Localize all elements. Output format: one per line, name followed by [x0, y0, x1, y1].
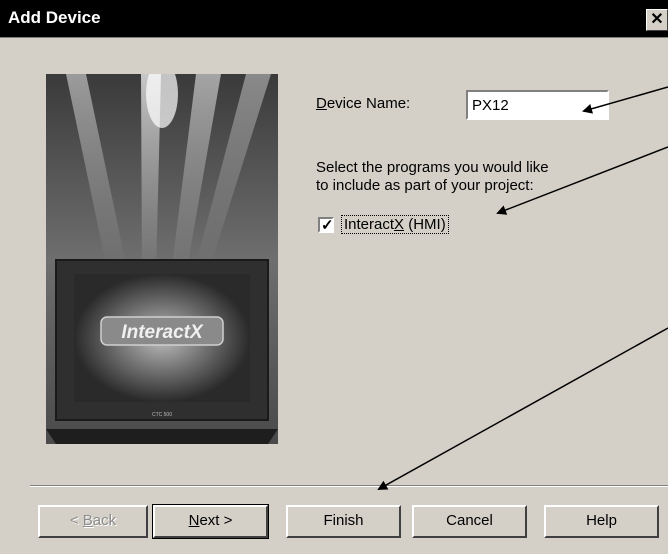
checkmark-icon: ✓ — [321, 217, 334, 234]
cancel-button[interactable]: Cancel — [412, 505, 527, 538]
product-image: InteractX CTC 500 — [46, 74, 278, 444]
add-device-dialog: Add Device ✕ InteractX CTC 500 Device Na… — [0, 0, 668, 554]
close-icon: ✕ — [650, 11, 664, 28]
help-button[interactable]: Help — [544, 505, 659, 538]
bezel-label: CTC 500 — [152, 412, 172, 418]
close-button[interactable]: ✕ — [646, 9, 668, 31]
window-title: Add Device — [8, 8, 101, 27]
next-button[interactable]: Next > — [152, 504, 269, 539]
device-name-label: Device Name: — [316, 95, 411, 112]
interactx-checkbox[interactable]: ✓ — [318, 217, 334, 234]
title-bar: Add Device ✕ — [0, 0, 668, 38]
interactx-logo: InteractX — [121, 322, 204, 343]
programs-prompt: Select the programs you would like to in… — [316, 159, 549, 194]
annotation-arrow-icon — [377, 327, 668, 490]
interactx-checkbox-label[interactable]: InteractX (HMI) — [341, 215, 449, 234]
device-name-input[interactable] — [466, 90, 609, 120]
product-illustration: InteractX CTC 500 — [46, 74, 278, 444]
finish-button[interactable]: Finish — [286, 505, 401, 538]
back-button[interactable]: < Back — [38, 505, 148, 538]
